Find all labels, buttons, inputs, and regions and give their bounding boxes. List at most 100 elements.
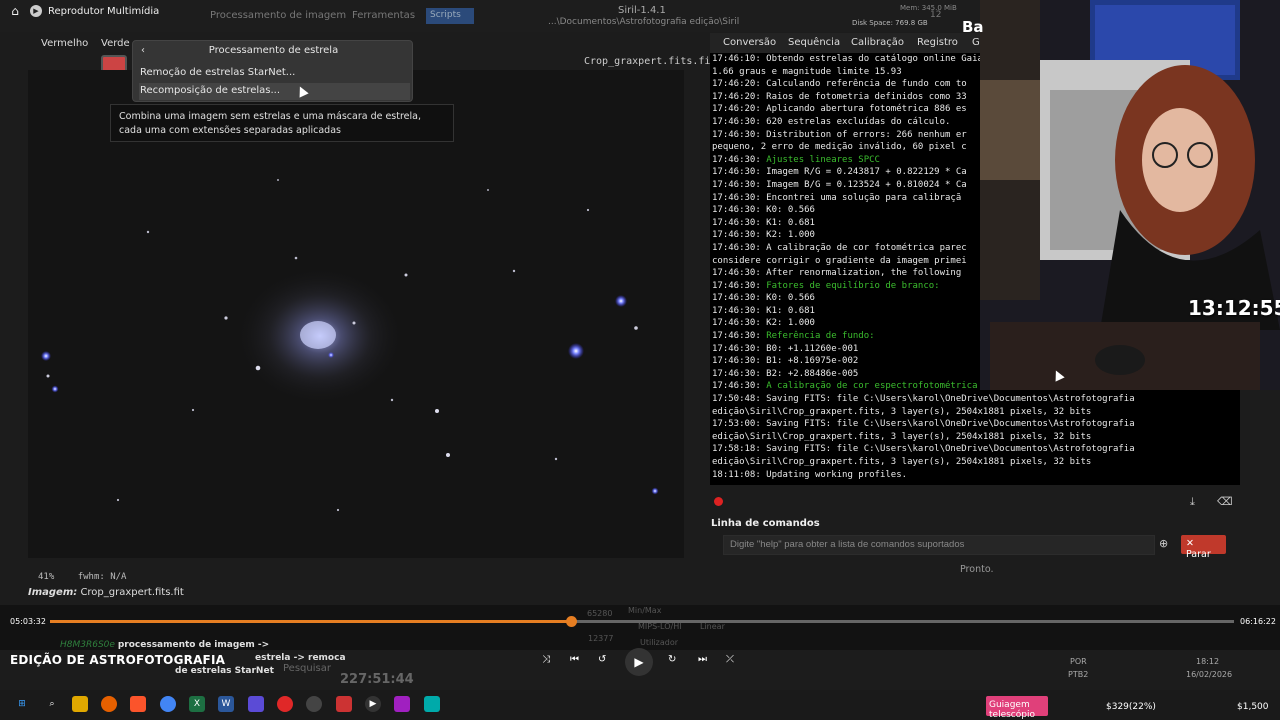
chat-message-1: processamento de imagem -> <box>117 640 270 650</box>
next-icon[interactable]: ⏭ <box>698 654 707 665</box>
console-text: 17:46:30: Encontrei uma solução para cal… <box>712 192 962 203</box>
console-line: 17:58:18: Saving FITS: file C:\Users\kar… <box>712 443 1238 456</box>
repeat-icon[interactable]: ⤫ <box>726 654 734 665</box>
chat-message-3: de estrelas StarNet <box>175 666 274 676</box>
play-button[interactable]: ▶ <box>625 648 653 676</box>
tray-time[interactable]: 18:12 <box>1196 657 1219 666</box>
star <box>352 321 356 325</box>
firefox-icon[interactable] <box>101 696 117 712</box>
total-time: 06:16:22 <box>1240 617 1276 626</box>
console-line: 18:11:08: Updating working profiles. <box>712 469 1238 482</box>
star <box>554 457 558 461</box>
star <box>435 409 439 413</box>
console-text: pequeno, 2 erro de medição inválido, 60 … <box>712 142 967 153</box>
linear-label: Linear <box>700 622 725 631</box>
menu-item-recomposition[interactable]: Recomposição de estrelas... <box>139 83 410 100</box>
bright-star <box>328 352 334 358</box>
home-icon[interactable]: ⌂ <box>0 4 30 18</box>
image-label: Imagem: <box>28 587 78 598</box>
rewind-icon[interactable]: ↺ <box>598 654 606 665</box>
seek-knob[interactable] <box>566 616 577 627</box>
chat-user: H8M3R6S0e <box>60 640 115 650</box>
media-player-taskbar-icon[interactable]: ▶ <box>365 696 381 712</box>
image-info: Imagem: Crop_graxpert.fits.fit <box>28 587 184 598</box>
record-dot-icon[interactable] <box>714 497 723 506</box>
excel-icon[interactable]: X <box>189 696 205 712</box>
previous-icon[interactable]: ⏮ <box>570 654 579 665</box>
console-text: 17:46:30: Distribution of errors: 266 ne… <box>712 129 967 140</box>
console-text: edição\Siril\Crop_graxpert.fits, 3 layer… <box>712 431 1092 442</box>
money-readout-2: $1,500 <box>1237 702 1269 712</box>
nebula-image <box>41 179 659 512</box>
bright-star <box>51 385 59 393</box>
notepad-icon[interactable] <box>424 696 440 712</box>
image-name: Crop_graxpert.fits.fit <box>80 587 184 598</box>
console-line: edição\Siril\Crop_graxpert.fits, 3 layer… <box>712 406 1238 419</box>
star <box>404 273 408 277</box>
tab-verde[interactable]: Verde <box>101 38 130 49</box>
tray-date[interactable]: 16/02/2026 <box>1186 670 1232 679</box>
app-purple-icon[interactable] <box>394 696 410 712</box>
viewer-status: 41% fwhm: N/A <box>38 572 144 582</box>
brave-icon[interactable] <box>130 696 146 712</box>
star <box>146 230 150 234</box>
app-diamond-icon[interactable] <box>248 696 264 712</box>
star <box>390 398 394 402</box>
file-explorer-icon[interactable] <box>72 696 88 712</box>
value-65280: 65280 <box>587 609 613 618</box>
money-readout-1: $329(22%) <box>1106 702 1156 712</box>
windows-start-icon[interactable]: ⊞ <box>14 696 30 712</box>
tab-registro[interactable]: Registro <box>917 37 958 48</box>
star <box>294 256 298 260</box>
clear-log-icon[interactable]: ⌫ <box>1217 495 1233 508</box>
guiagem-telescopio[interactable]: Guiagem telescópio <box>986 696 1048 720</box>
mixer-icon[interactable] <box>336 696 352 712</box>
media-player-icon: ▶ <box>30 5 42 17</box>
tray-lang-1[interactable]: POR <box>1070 657 1087 666</box>
playback-controls: ⤨ ⏮ ↺ ▶ ↻ ⏭ ⤫ <box>540 648 750 676</box>
forward-icon[interactable]: ↻ <box>668 654 676 665</box>
youtube-icon[interactable] <box>277 696 293 712</box>
zoom-level: 41% <box>38 572 55 582</box>
taskbar-search[interactable]: Pesquisar <box>283 663 331 674</box>
word-icon[interactable]: W <box>218 696 234 712</box>
shuffle-icon[interactable]: ⤨ <box>542 654 550 665</box>
tab-calibracao[interactable]: Calibração <box>851 37 904 48</box>
console-text: 17:46:30: After renormalization, the fol… <box>712 268 962 279</box>
console-text: 17:46:30: <box>712 381 767 392</box>
console-text: 17:46:30: K2: 1.000 <box>712 318 815 329</box>
bright-star <box>41 351 51 361</box>
taskbar: ⊞ ⌕ X W ▶ <box>0 690 1280 720</box>
star-processing-popover: ‹ Processamento de estrela Remoção de es… <box>132 40 413 102</box>
value-12377: 12377 <box>588 634 614 643</box>
download-icon[interactable]: ⤓ <box>1190 495 1195 509</box>
stop-button[interactable]: ✕ Parar <box>1181 535 1226 560</box>
console-text: 17:46:20: Aplicando abertura fotométrica… <box>712 104 967 115</box>
console-text: 17:46:30: B0: +1.11260e-001 <box>712 343 859 354</box>
search-icon[interactable]: ⌕ <box>44 696 60 712</box>
tab-vermelho[interactable]: Vermelho <box>41 38 88 49</box>
right-panel-tabs: Conversão Sequência Calibração Registro … <box>710 33 982 53</box>
star <box>277 179 279 181</box>
chrome-icon[interactable] <box>160 696 176 712</box>
tab-g[interactable]: G <box>972 37 980 48</box>
console-text: 17:46:30: <box>712 331 767 342</box>
tooltip: Combina uma imagem sem estrelas e uma má… <box>110 104 454 142</box>
image-viewer[interactable] <box>28 70 684 558</box>
menu-item-starnet[interactable]: Remoção de estrelas StarNet... <box>139 65 410 82</box>
console-line: edição\Siril\Crop_graxpert.fits, 3 layer… <box>712 456 1238 469</box>
console-text: 17:53:00: Saving FITS: file C:\Users\kar… <box>712 419 1135 430</box>
console-text: 17:46:30: K2: 1.000 <box>712 230 815 241</box>
webcam-overlay <box>980 0 1280 390</box>
nebula-core <box>300 321 336 349</box>
console-text: 17:46:30: K0: 0.566 <box>712 205 815 216</box>
star <box>191 408 195 412</box>
command-input[interactable]: Digite "help" para obter a lista de coma… <box>723 535 1155 555</box>
tray-lang-2[interactable]: PTB2 <box>1068 670 1088 679</box>
obs-icon[interactable] <box>306 696 322 712</box>
tab-conversao[interactable]: Conversão <box>723 37 776 48</box>
command-line-label: Linha de comandos <box>711 518 820 529</box>
target-icon[interactable]: ⊕ <box>1159 537 1168 550</box>
tab-sequencia[interactable]: Sequência <box>788 37 840 48</box>
star <box>46 374 50 378</box>
